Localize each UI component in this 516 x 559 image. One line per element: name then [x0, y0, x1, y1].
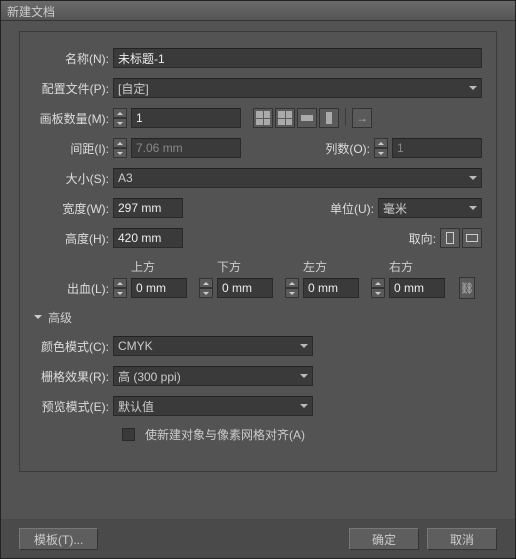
bleed-right-input[interactable]: [389, 278, 445, 298]
artboards-label: 画板数量(M):: [34, 110, 109, 127]
preview-label: 预览模式(E):: [34, 398, 109, 415]
align-grid-checkbox[interactable]: [122, 428, 135, 441]
arrange-grid-row-icon[interactable]: [253, 108, 273, 128]
columns-label: 列数(O):: [310, 140, 370, 157]
new-document-dialog: 新建文档 名称(N): 配置文件(P): [自定] 画板数量(M):: [0, 0, 516, 559]
colormode-label: 颜色模式(C):: [34, 338, 109, 355]
height-label: 高度(H):: [34, 230, 109, 247]
raster-label: 栅格效果(R):: [34, 368, 109, 385]
raster-select[interactable]: 高 (300 ppi): [113, 366, 313, 386]
advanced-label: 高级: [48, 309, 72, 326]
arrange-row-icon[interactable]: [297, 108, 317, 128]
arrange-grid-col-icon[interactable]: [275, 108, 295, 128]
divider: [345, 108, 346, 126]
size-select[interactable]: A3: [113, 168, 482, 188]
preview-select[interactable]: 默认值: [113, 396, 313, 416]
height-input[interactable]: [113, 228, 183, 248]
size-label: 大小(S):: [34, 170, 109, 187]
columns-input[interactable]: [392, 138, 482, 158]
bleed-bottom-stepper[interactable]: [199, 278, 213, 298]
spacing-label: 间距(I):: [34, 140, 109, 157]
colormode-select[interactable]: CMYK: [113, 336, 313, 356]
artboards-stepper[interactable]: [113, 108, 127, 128]
bleed-left-stepper[interactable]: [285, 278, 299, 298]
main-panel: 名称(N): 配置文件(P): [自定] 画板数量(M): →: [19, 31, 497, 472]
bleed-top-stepper[interactable]: [113, 278, 127, 298]
bleed-label: 出血(L):: [34, 280, 109, 297]
titlebar: 新建文档: [1, 1, 515, 21]
bleed-left-label: 左方: [303, 258, 363, 275]
width-input[interactable]: [113, 198, 183, 218]
profile-select[interactable]: [自定]: [113, 78, 482, 98]
bleed-top-label: 上方: [131, 258, 191, 275]
bleed-right-label: 右方: [389, 258, 449, 275]
dialog-footer: 模板(T)... 确定 取消: [1, 519, 515, 559]
template-button[interactable]: 模板(T)...: [19, 528, 98, 550]
align-grid-label: 使新建对象与像素网格对齐(A): [145, 426, 305, 443]
bleed-bottom-label: 下方: [217, 258, 277, 275]
arrange-rtl-icon[interactable]: →: [352, 108, 372, 128]
bleed-bottom-input[interactable]: [217, 278, 273, 298]
columns-stepper[interactable]: [374, 138, 388, 158]
orientation-label: 取向:: [396, 230, 436, 247]
bleed-link-icon[interactable]: ⛓: [459, 277, 475, 299]
name-input[interactable]: [113, 48, 482, 68]
spacing-stepper[interactable]: [113, 138, 127, 158]
bleed-left-input[interactable]: [303, 278, 359, 298]
spacing-input[interactable]: [131, 138, 241, 158]
width-label: 宽度(W):: [34, 200, 109, 217]
ok-button[interactable]: 确定: [349, 528, 419, 550]
name-label: 名称(N):: [34, 50, 109, 67]
advanced-header[interactable]: 高级: [34, 309, 482, 326]
bleed-right-stepper[interactable]: [371, 278, 385, 298]
arrange-col-icon[interactable]: [319, 108, 339, 128]
artboards-input[interactable]: [131, 108, 241, 128]
profile-label: 配置文件(P):: [34, 80, 109, 97]
cancel-button[interactable]: 取消: [427, 528, 497, 550]
units-label: 单位(U):: [314, 200, 374, 217]
orientation-portrait-button[interactable]: [440, 228, 460, 248]
units-select[interactable]: 毫米: [378, 198, 482, 218]
orientation-landscape-button[interactable]: [462, 228, 482, 248]
disclosure-triangle-icon: [34, 315, 42, 323]
dialog-title: 新建文档: [7, 5, 55, 19]
bleed-top-input[interactable]: [131, 278, 187, 298]
